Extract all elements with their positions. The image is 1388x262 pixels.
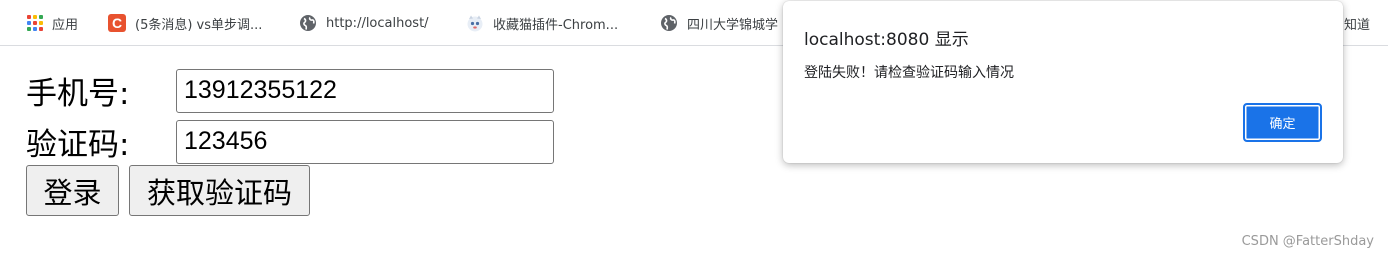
bookmark-localhost[interactable]: http://localhost/ — [299, 12, 429, 34]
alert-dialog: localhost:8080 显示 登陆失败！请检查验证码输入情况 确定 — [783, 1, 1343, 163]
bookmark-overflow-label: 知道 — [1343, 17, 1370, 33]
dialog-title: localhost:8080 显示 — [804, 30, 969, 50]
dialog-message: 登陆失败！请检查验证码输入情况 — [804, 65, 1014, 81]
phone-label: 手机号: — [26, 76, 130, 112]
bookmark-label: 应用 — [52, 17, 79, 33]
get-code-button[interactable]: 获取验证码 — [129, 165, 310, 216]
bookmark-label: http://localhost/ — [326, 15, 429, 31]
phone-input[interactable] — [176, 68, 554, 113]
bookmark-label: (5条消息) vs单步调... — [135, 17, 263, 33]
watermark: CSDN @FatterShday — [1241, 234, 1374, 249]
apps-icon — [27, 15, 43, 31]
ok-button[interactable]: 确定 — [1243, 103, 1322, 142]
bookmark-shoucangmao[interactable]: 收藏猫插件-Chrom... — [466, 12, 618, 34]
bookmark-label: 四川大学锦城学 — [687, 17, 779, 33]
globe-icon — [299, 14, 317, 32]
csdn-icon: C — [108, 14, 126, 32]
globe-icon — [660, 14, 678, 32]
bookmark-overflow[interactable]: 知道 — [1344, 12, 1370, 34]
login-button[interactable]: 登录 — [26, 165, 119, 216]
bookmark-apps[interactable]: 应用 — [27, 12, 78, 34]
code-input[interactable] — [176, 119, 554, 164]
phone-row: 手机号: — [26, 68, 554, 113]
cat-icon — [466, 14, 484, 32]
bookmark-label: 收藏猫插件-Chrom... — [493, 17, 619, 33]
bookmark-scujc[interactable]: 四川大学锦城学 — [660, 12, 778, 34]
bookmark-csdn[interactable]: C (5条消息) vs单步调... — [108, 12, 262, 34]
code-row: 验证码: — [26, 119, 554, 164]
code-label: 验证码: — [26, 127, 130, 163]
